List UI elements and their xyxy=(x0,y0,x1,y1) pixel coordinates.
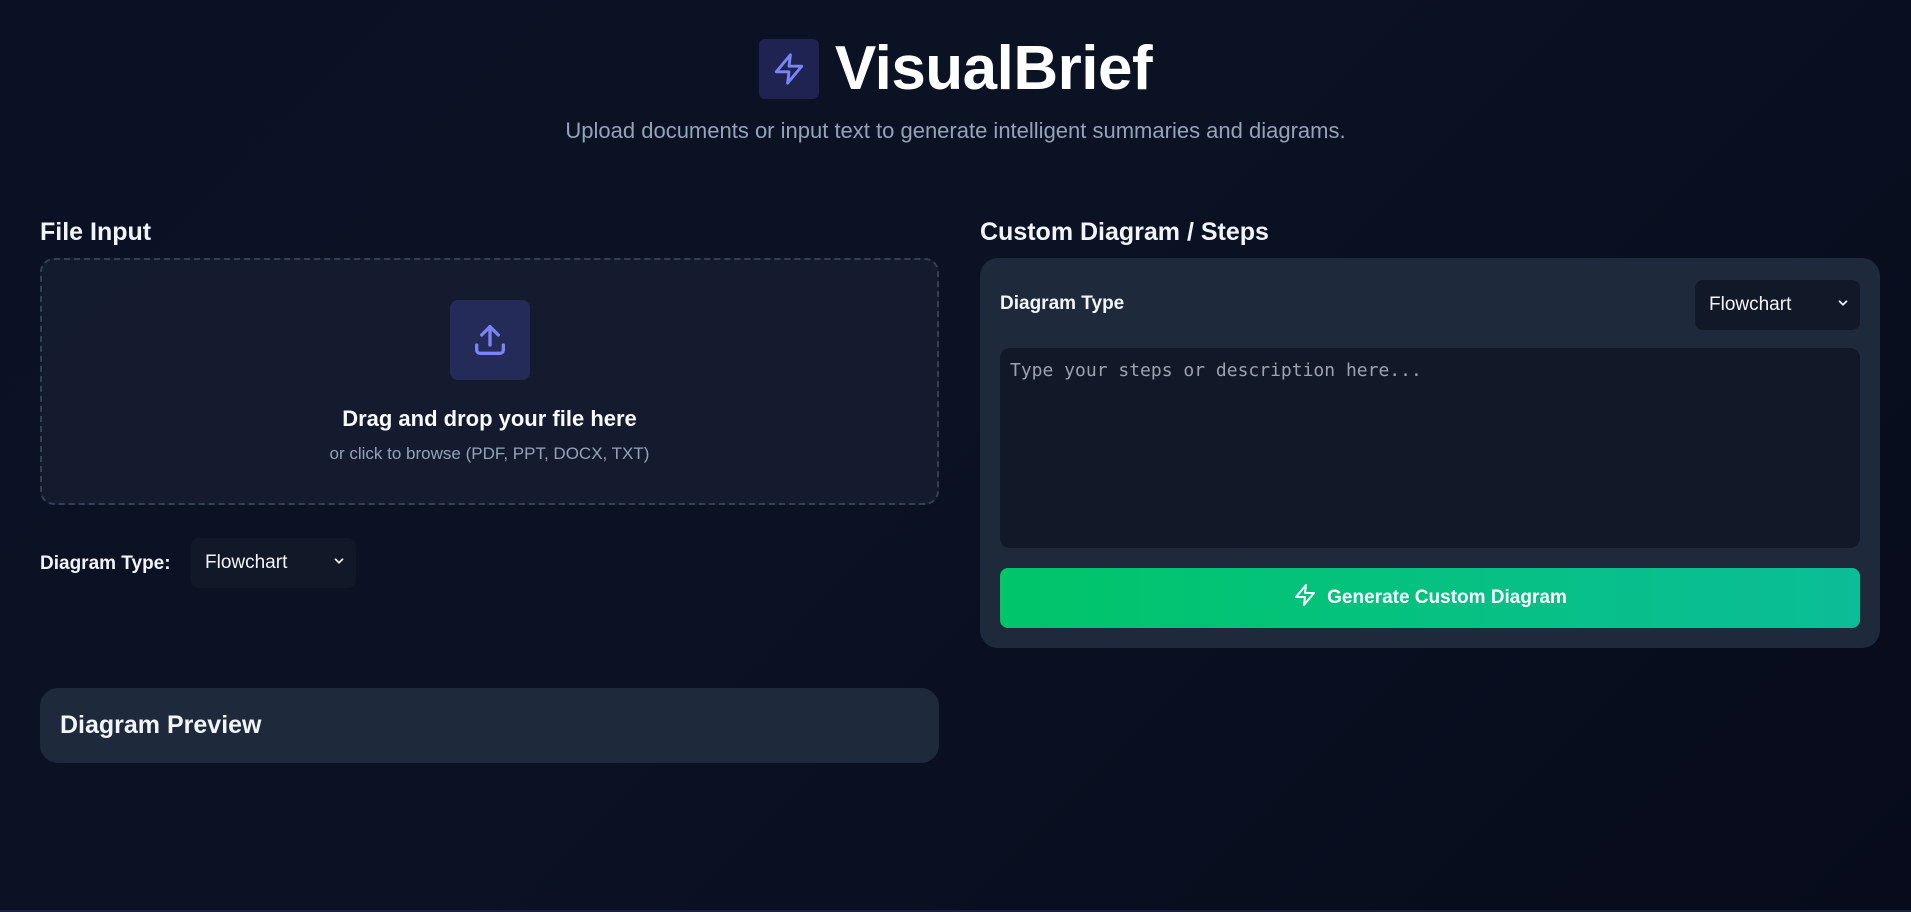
custom-diagram-type-select[interactable]: Flowchart xyxy=(1695,280,1860,330)
app-title: VisualBrief xyxy=(834,34,1153,103)
chevron-down-icon xyxy=(332,552,346,574)
custom-diagram-heading: Custom Diagram / Steps xyxy=(980,218,1269,246)
app-subtitle: Upload documents or input text to genera… xyxy=(565,118,1346,143)
file-input-heading: File Input xyxy=(40,218,152,246)
diagram-type-value: Flowchart xyxy=(205,552,288,573)
dropzone-title: Drag and drop your file here xyxy=(342,406,637,431)
custom-diagram-type-value: Flowchart xyxy=(1709,294,1792,315)
diagram-type-select[interactable]: Flowchart xyxy=(191,538,356,588)
file-dropzone[interactable]: Drag and drop your file here or click to… xyxy=(40,258,939,505)
dropzone-subtitle: or click to browse (PDF, PPT, DOCX, TXT) xyxy=(329,444,650,463)
lightning-icon xyxy=(1293,583,1317,613)
upload-icon xyxy=(449,300,530,380)
diagram-preview-card: Diagram Preview xyxy=(40,688,939,763)
custom-diagram-type-label: Diagram Type xyxy=(1000,293,1125,314)
chevron-down-icon xyxy=(1836,294,1850,316)
generate-custom-diagram-button[interactable]: Generate Custom Diagram xyxy=(1000,568,1860,628)
diagram-preview-heading: Diagram Preview xyxy=(60,711,262,739)
lightning-icon xyxy=(758,39,819,99)
diagram-type-label: Diagram Type: xyxy=(40,553,171,574)
generate-button-label: Generate Custom Diagram xyxy=(1327,587,1567,608)
steps-textarea[interactable] xyxy=(1000,348,1860,548)
brand: VisualBrief xyxy=(758,34,1153,103)
app-header: VisualBrief Upload documents or input te… xyxy=(0,38,1911,144)
custom-diagram-card: Diagram Type Flowchart Generate Custom D… xyxy=(980,258,1880,648)
